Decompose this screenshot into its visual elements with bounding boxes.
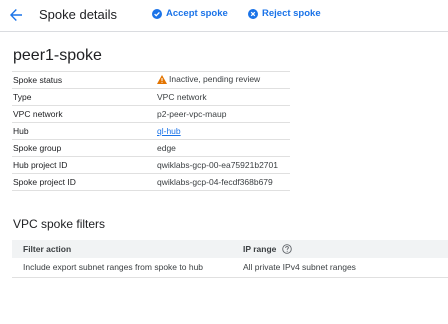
table-row: Include export subnet ranges from spoke … — [12, 258, 448, 278]
reject-spoke-label: Reject spoke — [262, 8, 321, 19]
detail-row-type: Type VPC network — [12, 88, 290, 106]
accept-spoke-label: Accept spoke — [166, 8, 228, 19]
detail-value-hub: ql-hub — [156, 122, 290, 140]
reject-spoke-button[interactable]: Reject spoke — [248, 8, 321, 19]
status-text: Inactive, pending review — [169, 74, 261, 85]
top-bar: Spoke details Accept spoke Reject spoke — [0, 0, 448, 32]
x-circle-icon — [248, 8, 258, 19]
detail-value-status: Inactive, pending review — [156, 71, 290, 89]
filter-action-cell: Include export subnet ranges from spoke … — [12, 258, 231, 278]
ip-range-header-label: IP range — [243, 243, 277, 254]
detail-label: Spoke project ID — [12, 173, 156, 191]
detail-row-status: Spoke status Inactive, pending review — [12, 71, 290, 89]
spoke-name-heading: peer1-spoke — [13, 47, 102, 64]
detail-value: VPC network — [156, 88, 290, 106]
detail-label: Hub — [12, 122, 156, 140]
help-circle-icon[interactable] — [282, 244, 292, 255]
column-header-filter-action: Filter action — [12, 240, 231, 258]
spoke-details-table: Spoke status Inactive, pending review Ty… — [12, 71, 290, 191]
detail-label: Spoke status — [12, 71, 156, 89]
back-arrow-icon[interactable] — [8, 7, 24, 23]
warning-triangle-icon — [157, 74, 167, 84]
filters-section-title: VPC spoke filters — [13, 217, 106, 231]
detail-value: qwiklabs-gcp-00-ea75921b2701 — [156, 156, 290, 174]
detail-label: Type — [12, 88, 156, 106]
vpc-spoke-filters-table: Filter action IP range Include export su… — [12, 240, 448, 278]
detail-label: Spoke group — [12, 139, 156, 157]
detail-value: qwiklabs-gcp-04-fecdf368b679 — [156, 173, 290, 191]
page-title: Spoke details — [39, 7, 118, 22]
column-header-ip-range: IP range — [231, 240, 448, 258]
detail-value: edge — [156, 139, 290, 157]
detail-row-spoke-group: Spoke group edge — [12, 139, 290, 157]
detail-label: VPC network — [12, 105, 156, 123]
detail-label: Hub project ID — [12, 156, 156, 174]
detail-value: p2-peer-vpc-maup — [156, 105, 290, 123]
accept-spoke-button[interactable]: Accept spoke — [152, 8, 228, 19]
detail-row-spoke-project: Spoke project ID qwiklabs-gcp-04-fecdf36… — [12, 173, 290, 191]
detail-row-hub-project: Hub project ID qwiklabs-gcp-00-ea75921b2… — [12, 156, 290, 174]
filters-header-row: Filter action IP range — [12, 240, 448, 258]
detail-row-hub: Hub ql-hub — [12, 122, 290, 140]
check-circle-icon — [152, 8, 162, 19]
ip-range-cell: All private IPv4 subnet ranges — [231, 258, 448, 278]
detail-row-vpc-network: VPC network p2-peer-vpc-maup — [12, 105, 290, 123]
hub-link[interactable]: ql-hub — [157, 126, 181, 136]
